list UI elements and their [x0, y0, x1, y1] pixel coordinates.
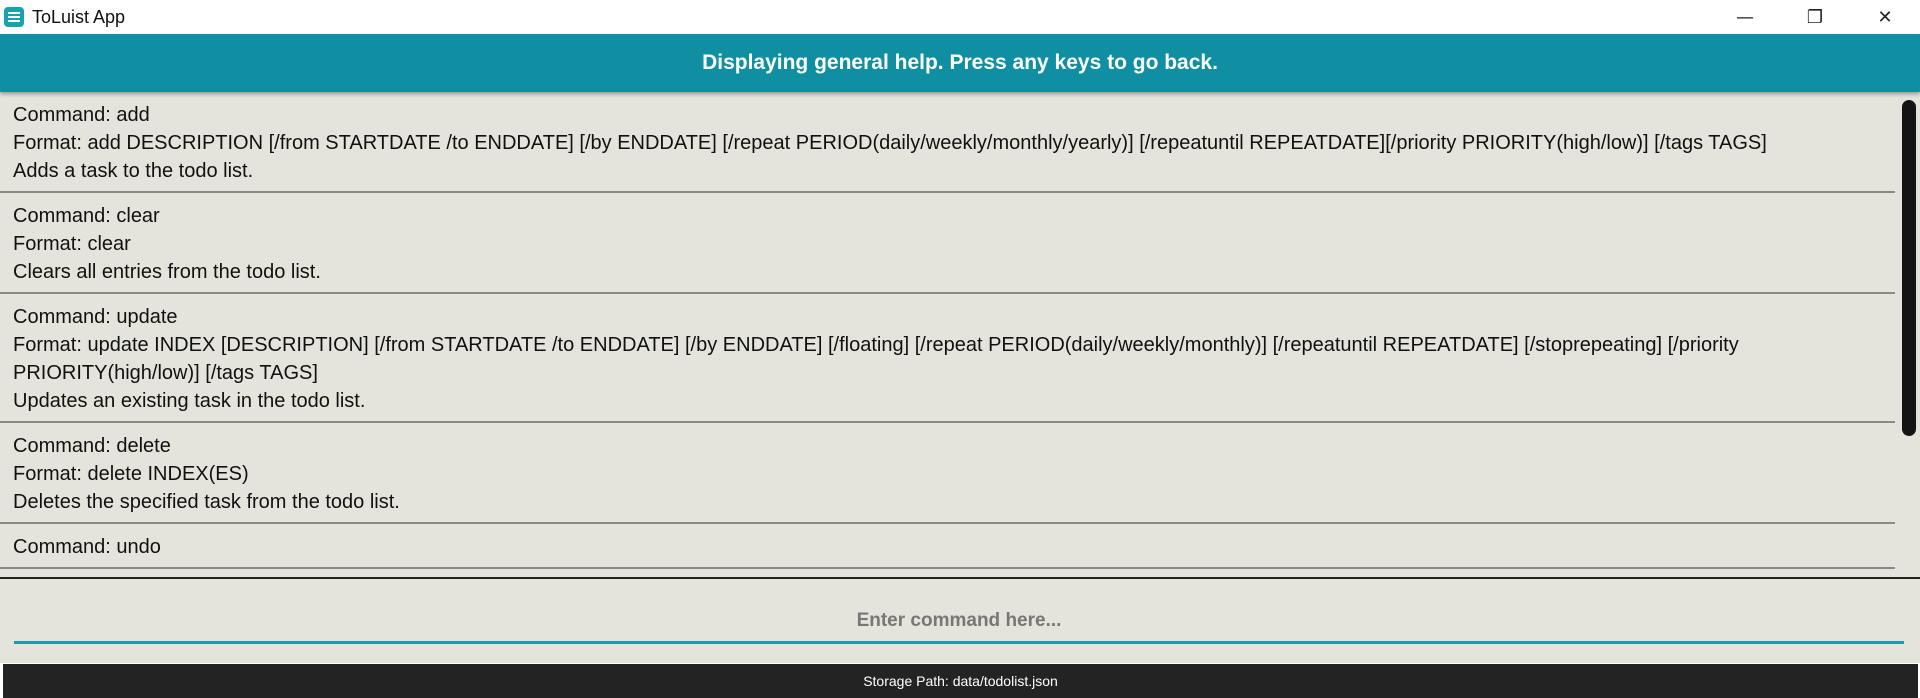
checklist-icon	[4, 7, 24, 27]
command-description: Updates an existing task in the todo lis…	[13, 390, 366, 412]
help-entry-update: Command: update Format: update INDEX [DE…	[0, 294, 1895, 423]
command-name: Command: delete	[13, 435, 171, 457]
command-name: Command: clear	[13, 205, 160, 227]
command-format: Format: add DESCRIPTION [/from STARTDATE…	[13, 132, 1767, 154]
help-list[interactable]: Command: add Format: add DESCRIPTION [/f…	[0, 92, 1920, 578]
help-entry-clear: Command: clear Format: clear Clears all …	[0, 193, 1895, 294]
status-bar: Storage Path: data/todolist.json	[3, 664, 1918, 698]
window-title: ToLuist App	[32, 6, 126, 27]
help-entries: Command: add Format: add DESCRIPTION [/f…	[0, 92, 1895, 569]
command-name: Command: add	[13, 104, 150, 126]
command-description: Deletes the specified task from the todo…	[13, 491, 400, 513]
help-entry-add: Command: add Format: add DESCRIPTION [/f…	[0, 92, 1895, 193]
command-description: Adds a task to the todo list.	[13, 160, 254, 182]
restore-icon[interactable]: ❐	[1780, 0, 1850, 34]
command-format: Format: clear	[13, 233, 131, 255]
command-format: Format: delete INDEX(ES)	[13, 463, 249, 485]
command-input[interactable]	[14, 601, 1904, 644]
minimize-icon[interactable]: —	[1710, 0, 1780, 34]
help-entry-delete: Command: delete Format: delete INDEX(ES)…	[0, 423, 1895, 524]
command-name: Command: update	[13, 306, 178, 328]
command-format: Format: update INDEX [DESCRIPTION] [/fro…	[13, 334, 1739, 384]
title-bar: ToLuist App — ❐ ✕	[0, 0, 1920, 34]
scrollbar-thumb[interactable]	[1902, 100, 1916, 436]
close-icon[interactable]: ✕	[1850, 0, 1920, 34]
storage-path-label: Storage Path: data/todolist.json	[863, 673, 1058, 689]
help-banner: Displaying general help. Press any keys …	[0, 34, 1920, 92]
command-name: Command: undo	[13, 536, 161, 558]
command-area	[0, 579, 1920, 663]
help-entry-undo: Command: undo	[0, 524, 1895, 569]
window-controls: — ❐ ✕	[1710, 0, 1920, 34]
command-description: Clears all entries from the todo list.	[13, 261, 321, 283]
